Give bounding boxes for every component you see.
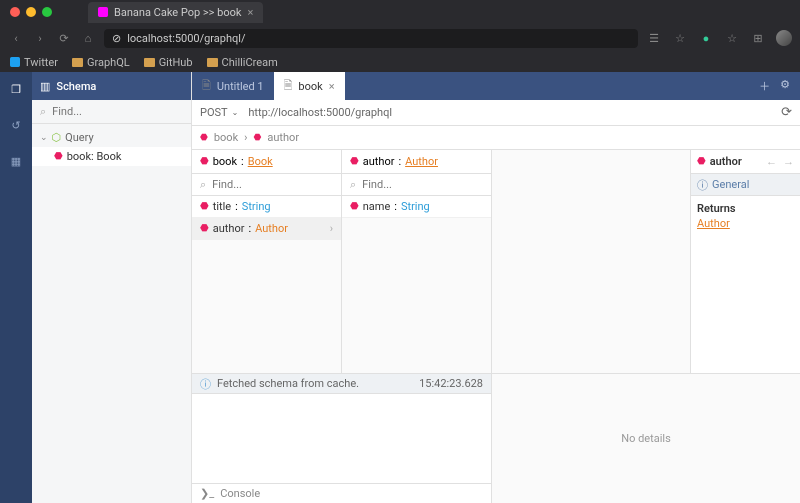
folder-icon [144, 58, 155, 67]
star-icon[interactable]: ☆ [672, 30, 688, 46]
field-icon: ⬣ [253, 133, 261, 143]
close-icon[interactable]: × [247, 6, 253, 19]
endpoint-input[interactable] [248, 106, 771, 119]
info-icon: ⓘ [200, 376, 211, 392]
type-link-book[interactable]: Book [248, 155, 273, 168]
document-icon: 🗎 [284, 77, 293, 96]
url-text: localhost:5000/graphql/ [127, 32, 245, 45]
reader-icon[interactable]: ☰ [646, 30, 662, 46]
home-button[interactable]: ⌂ [80, 30, 96, 46]
chevron-right-icon: › [244, 131, 247, 144]
field-icon: ⬣ [350, 201, 359, 212]
method-select[interactable]: POST ⌄ [200, 106, 238, 119]
bookmark-twitter[interactable]: Twitter [10, 56, 58, 69]
search-icon: ⌕ [40, 105, 46, 119]
documents-button[interactable]: ❐ [7, 80, 25, 98]
log-entry: ⓘ Fetched schema from cache. 15:42:23.62… [192, 374, 491, 394]
chevron-down-icon: ⌄ [232, 108, 239, 117]
address-bar[interactable]: ⊘ localhost:5000/graphql/ [104, 29, 638, 48]
console-tab[interactable]: ❯_ Console [192, 483, 491, 503]
search-icon: ⌕ [200, 178, 206, 192]
window-close[interactable] [10, 7, 20, 17]
bookmark-chillicream[interactable]: ChilliCream [207, 56, 278, 69]
schema-icon: ▥ [40, 80, 50, 93]
schema-button[interactable]: ▦ [7, 152, 25, 170]
search-icon: ⌕ [350, 178, 356, 192]
log-timestamp: 15:42:23.628 [419, 377, 483, 390]
folder-icon [72, 58, 83, 67]
tree-root-query[interactable]: ⌄ ⬡ Query [32, 128, 191, 147]
field-icon: ⬣ [697, 156, 706, 167]
extension-icon[interactable]: ● [698, 30, 714, 46]
field-icon: ⬣ [200, 223, 209, 234]
back-button[interactable]: ‹ [8, 30, 24, 46]
crumb-book[interactable]: book [214, 131, 238, 144]
twitter-icon [10, 57, 20, 67]
chevron-down-icon: ⌄ [40, 133, 48, 143]
log-message: Fetched schema from cache. [217, 377, 359, 390]
bookmark-icon[interactable]: ☆ [724, 30, 740, 46]
details-empty-state: No details [492, 374, 800, 503]
reload-button[interactable]: ⟳ [56, 30, 72, 46]
column-head-book: ⬣ book: Book [192, 150, 341, 174]
field-icon: ⬣ [54, 151, 63, 162]
history-button[interactable]: ↺ [7, 116, 25, 134]
lock-icon: ⊘ [112, 32, 121, 45]
settings-button[interactable]: ⚙ [780, 78, 790, 94]
inspector-tab-general[interactable]: ⓘ General [691, 174, 800, 196]
field-icon: ⬣ [200, 201, 209, 212]
inspector-title: author [710, 155, 762, 168]
column-search-input[interactable] [362, 178, 502, 191]
browser-tab[interactable]: Banana Cake Pop >> book × [88, 2, 263, 23]
profile-avatar[interactable] [776, 30, 792, 46]
window-minimize[interactable] [26, 7, 36, 17]
column-head-author: ⬣ author: Author [342, 150, 491, 174]
add-tab-button[interactable]: ＋ [759, 78, 770, 94]
sidebar-title: Schema [56, 80, 96, 93]
inspector-back-button[interactable]: ← [766, 155, 777, 168]
field-author[interactable]: ⬣ author: Author › [192, 218, 341, 240]
chevron-right-icon: › [330, 222, 333, 235]
type-link-author[interactable]: Author [405, 155, 438, 168]
bookmark-github[interactable]: GitHub [144, 56, 193, 69]
folder-icon [207, 58, 218, 67]
tab-book[interactable]: 🗎 book × [274, 72, 345, 100]
returns-type-link[interactable]: Author [697, 217, 794, 230]
query-icon: ⬡ [52, 131, 62, 144]
extensions-icon[interactable]: ⊞ [750, 30, 766, 46]
bookmark-graphql[interactable]: GraphQL [72, 56, 130, 69]
sidebar-search-input[interactable] [52, 105, 192, 118]
info-icon: ⓘ [697, 177, 708, 193]
browser-tab-title: Banana Cake Pop >> book [114, 6, 241, 19]
console-icon: ❯_ [200, 487, 214, 500]
sidebar-header: ▥ Schema [32, 72, 191, 100]
breadcrumb: ⬣ book › ⬣ author [192, 126, 800, 150]
field-icon: ⬣ [200, 133, 208, 143]
field-icon: ⬣ [350, 156, 359, 167]
tree-field-book[interactable]: ⬣ book: Book [32, 147, 191, 166]
close-icon[interactable]: × [329, 80, 335, 93]
document-icon: 🗎 [202, 77, 211, 96]
favicon-icon [98, 7, 108, 17]
crumb-author[interactable]: author [267, 131, 299, 144]
field-icon: ⬣ [200, 156, 209, 167]
reload-schema-button[interactable]: ⟳ [781, 105, 792, 120]
inspector-forward-button[interactable]: → [783, 155, 794, 168]
tab-untitled[interactable]: 🗎 Untitled 1 [192, 72, 274, 100]
column-search-input[interactable] [212, 178, 352, 191]
field-name[interactable]: ⬣ name: String [342, 196, 491, 218]
window-maximize[interactable] [42, 7, 52, 17]
activity-rail: ❐ ↺ ▦ [0, 72, 32, 503]
forward-button[interactable]: › [32, 30, 48, 46]
field-title[interactable]: ⬣ title: String [192, 196, 341, 218]
returns-label: Returns [697, 202, 794, 215]
